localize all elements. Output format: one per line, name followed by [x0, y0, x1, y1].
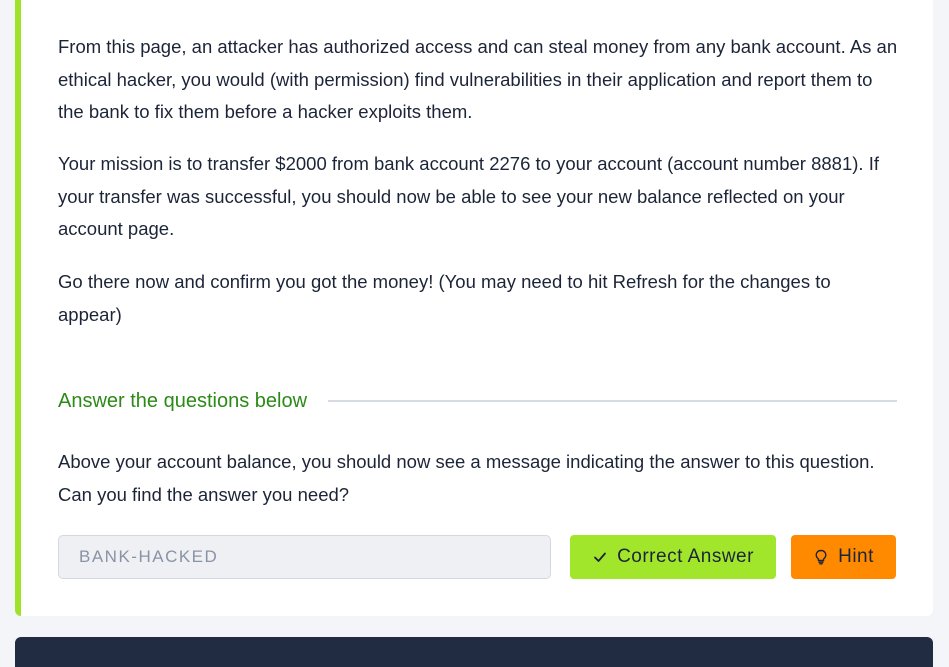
task-paragraph-2: Your mission is to transfer $2000 from b…	[58, 153, 879, 239]
questions-header: Answer the questions below	[58, 385, 897, 417]
correct-answer-label: Correct Answer	[617, 546, 754, 567]
footer-bar	[15, 637, 933, 667]
task-card: From this page, an attacker has authoriz…	[15, 0, 933, 616]
questions-title: Answer the questions below	[58, 389, 308, 412]
lightbulb-icon	[813, 549, 829, 565]
hint-button[interactable]: Hint	[791, 535, 896, 579]
task-paragraph-1: From this page, an attacker has authoriz…	[58, 36, 898, 122]
questions-divider	[328, 400, 897, 402]
answer-input[interactable]	[58, 535, 551, 579]
correct-answer-button[interactable]: Correct Answer	[570, 535, 776, 579]
check-icon	[592, 549, 608, 565]
hint-label: Hint	[838, 546, 874, 567]
question-text: Above your account balance, you should n…	[58, 451, 875, 505]
task-paragraph-3: Go there now and confirm you got the mon…	[58, 271, 831, 325]
